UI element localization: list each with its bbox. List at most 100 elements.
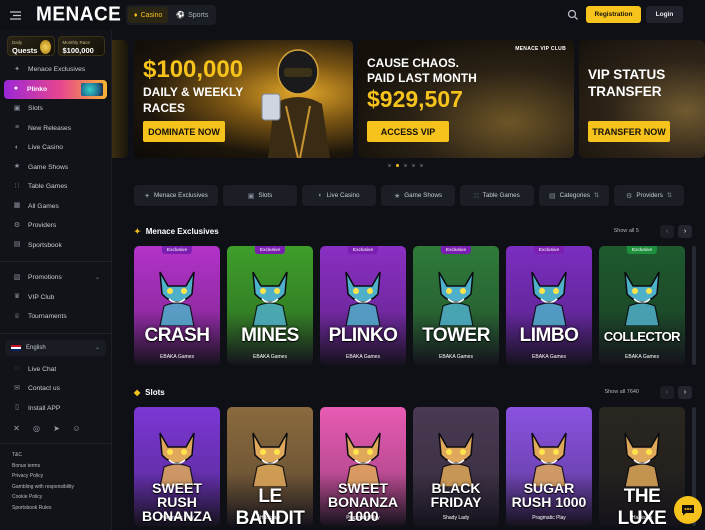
game-card[interactable]: SWEET BONANZA 1000 Pragmatic Play bbox=[320, 407, 406, 526]
prev-arrow-icon[interactable]: ‹ bbox=[660, 385, 674, 399]
all-games-icon: ▦ bbox=[13, 202, 21, 210]
filter-game-shows[interactable]: ★ Game Shows bbox=[381, 185, 455, 206]
game-provider: Hacksaw bbox=[259, 515, 281, 521]
game-card[interactable]: SUGAR RUSH 1000 Pragmatic Play bbox=[506, 407, 592, 526]
carousel-dot[interactable] bbox=[388, 164, 391, 167]
transfer-now-button[interactable]: TRANSFER NOW bbox=[588, 121, 670, 142]
prev-banner-peek[interactable] bbox=[112, 40, 128, 158]
sidebar-item-live-chat[interactable]: ◌ Live Chat bbox=[5, 360, 106, 380]
daily-quests-tile[interactable]: Daily Quests bbox=[7, 36, 55, 56]
banner-line: RACES bbox=[143, 101, 186, 115]
game-card[interactable]: Exclusive MINES EBAKA Games bbox=[227, 246, 313, 365]
game-card[interactable]: Exclusive CRASH EBAKA Games bbox=[134, 246, 220, 365]
legal-link[interactable]: Cookie Policy bbox=[12, 492, 99, 503]
sidebar-item-install-app[interactable]: ▯ Install APP bbox=[5, 399, 106, 419]
telegram-icon[interactable]: ➤ bbox=[52, 424, 61, 433]
next-arrow-icon[interactable]: › bbox=[678, 385, 692, 399]
filter-live-casino[interactable]: ◐ Live Casino bbox=[302, 185, 376, 206]
prev-arrow-icon[interactable]: ‹ bbox=[660, 224, 674, 238]
game-card[interactable]: Exclusive PLINKO EBAKA Games bbox=[320, 246, 406, 365]
game-card[interactable]: Exclusive COLLECTOR EBAKA Games bbox=[599, 246, 685, 365]
racer-figure bbox=[261, 49, 330, 158]
monthly-race-tile[interactable]: Monthly Race $100,000 bbox=[57, 36, 105, 56]
sidebar-item-vip-club[interactable]: ♛ VIP Club bbox=[5, 288, 106, 308]
section-title: Slots bbox=[145, 387, 165, 397]
carousel-dot[interactable] bbox=[396, 164, 399, 167]
sidebar-item-label: Sportsbook bbox=[28, 241, 62, 249]
exclusive-badge: Exclusive bbox=[533, 246, 565, 254]
language-select[interactable]: English ⌄ bbox=[5, 339, 106, 356]
banner-vip-club[interactable]: MENACE VIP CLUB CAUSE CHAOS. PAID LAST M… bbox=[358, 40, 574, 158]
filter-label: Providers bbox=[636, 192, 663, 199]
chat-bubble-button[interactable] bbox=[674, 496, 702, 524]
contact-icon: ✉ bbox=[14, 384, 20, 392]
legal-link[interactable]: T&C bbox=[12, 450, 99, 461]
banner-races[interactable]: $100,000 DAILY & WEEKLY RACES DOMINATE N… bbox=[134, 40, 353, 158]
sidebar-item-label: Contact us bbox=[28, 385, 60, 393]
filter-slots[interactable]: ▣ Slots bbox=[223, 185, 297, 206]
banner-vip-transfer[interactable]: VIP STATUS TRANSFER TRANSFER NOW bbox=[579, 40, 705, 158]
sidebar-item-providers[interactable]: ⚙ Providers bbox=[5, 216, 106, 236]
sidebar-item-tournaments[interactable]: ♕ Tournaments bbox=[5, 307, 106, 327]
sidebar-item-slots[interactable]: ▣ Slots bbox=[5, 99, 106, 119]
legal-link[interactable]: Bonus terms bbox=[12, 461, 99, 472]
show-all-link[interactable]: Show all 5 bbox=[614, 228, 639, 234]
game-card[interactable]: LE BANDIT Hacksaw bbox=[227, 407, 313, 526]
game-provider: Pragmatic Play bbox=[346, 515, 380, 521]
sidebar-item-menace-exclusives[interactable]: ✦ Menace Exclusives bbox=[5, 60, 106, 80]
casino-icon: ♦ bbox=[134, 11, 138, 19]
promo-small-label: Daily bbox=[12, 40, 23, 45]
sidebar-item-new-releases[interactable]: ≡ New Releases bbox=[5, 119, 106, 139]
filter-table-games[interactable]: ∷ Table Games bbox=[460, 185, 534, 206]
discord-icon[interactable]: ☺ bbox=[72, 424, 81, 433]
install-app-icon: ▯ bbox=[15, 404, 19, 412]
casino-tab-label: Casino bbox=[140, 11, 163, 19]
instagram-icon[interactable]: ◎ bbox=[32, 424, 41, 433]
game-card[interactable]: SWEET RUSH BONANZA Pragmatic Play bbox=[134, 407, 220, 526]
game-card[interactable]: Exclusive TOWER EBAKA Games bbox=[413, 246, 499, 365]
slots-icon: ▣ bbox=[13, 104, 21, 112]
sidebar-item-all-games[interactable]: ▦ All Games bbox=[5, 197, 106, 217]
chevron-down-icon: ⌄ bbox=[94, 345, 100, 351]
filter-categories[interactable]: ▤ Categories ⇅ bbox=[539, 185, 609, 206]
sidebar-item-contact-us[interactable]: ✉ Contact us bbox=[5, 379, 106, 399]
game-card[interactable]: THE LUXE Hacksaw bbox=[599, 407, 685, 526]
casino-tab[interactable]: ♦ Casino bbox=[128, 7, 169, 23]
live-casino-icon: ◐ bbox=[318, 192, 323, 199]
carousel-dot[interactable] bbox=[404, 164, 407, 167]
show-all-link[interactable]: Show all 7640 bbox=[604, 389, 639, 395]
exclusive-badge: Exclusive bbox=[626, 246, 658, 254]
menace-icon: ✦ bbox=[134, 226, 141, 236]
filter-providers[interactable]: ⚙ Providers ⇅ bbox=[614, 185, 684, 206]
exclusive-badge: Exclusive bbox=[440, 246, 472, 254]
banner-line: VIP STATUS bbox=[588, 67, 666, 82]
sidebar-item-label: Tournaments bbox=[28, 313, 67, 321]
menu-toggle-icon[interactable] bbox=[0, 0, 30, 30]
search-icon[interactable] bbox=[567, 9, 579, 21]
sidebar-item-promotions[interactable]: ▧ Promotions ⌄ bbox=[5, 268, 106, 288]
dominate-now-button[interactable]: DOMINATE NOW bbox=[143, 121, 225, 142]
logo[interactable]: MENACE bbox=[36, 3, 121, 26]
x-icon[interactable]: ✕ bbox=[12, 424, 21, 433]
legal-link[interactable]: Privacy Policy bbox=[12, 471, 99, 482]
access-vip-button[interactable]: ACCESS VIP bbox=[367, 121, 449, 142]
sidebar-item-game-shows[interactable]: ★ Game Shows bbox=[5, 158, 106, 178]
sidebar-item-plinko[interactable]: ● Plinko bbox=[4, 79, 107, 99]
sidebar-item-live-casino[interactable]: ◐ Live Casino bbox=[5, 138, 106, 158]
legal-link[interactable]: Sportsbook Rules bbox=[12, 503, 99, 514]
game-card[interactable]: Exclusive LIMBO EBAKA Games bbox=[506, 246, 592, 365]
game-art bbox=[615, 425, 669, 488]
carousel-dot[interactable] bbox=[420, 164, 423, 167]
legal-link[interactable]: Gambling with responsibility bbox=[12, 482, 99, 493]
sports-tab[interactable]: ⚽ Sports bbox=[170, 7, 214, 23]
game-art bbox=[615, 264, 669, 327]
login-button[interactable]: Login bbox=[646, 6, 683, 23]
filter-menace-exclusives[interactable]: ✦ Menace Exclusives bbox=[134, 185, 218, 206]
next-arrow-icon[interactable]: › bbox=[678, 224, 692, 238]
carousel-dot[interactable] bbox=[412, 164, 415, 167]
sidebar-item-table-games[interactable]: ∷ Table Games bbox=[5, 177, 106, 197]
registration-button[interactable]: Registration bbox=[586, 6, 641, 23]
sidebar-item-sportsbook[interactable]: ▤ Sportsbook bbox=[5, 236, 106, 256]
game-card[interactable]: BLACK FRIDAY Shady Lady bbox=[413, 407, 499, 526]
exclusives-header: ✦ Menace Exclusives Show all 5 ‹ › bbox=[134, 224, 705, 238]
